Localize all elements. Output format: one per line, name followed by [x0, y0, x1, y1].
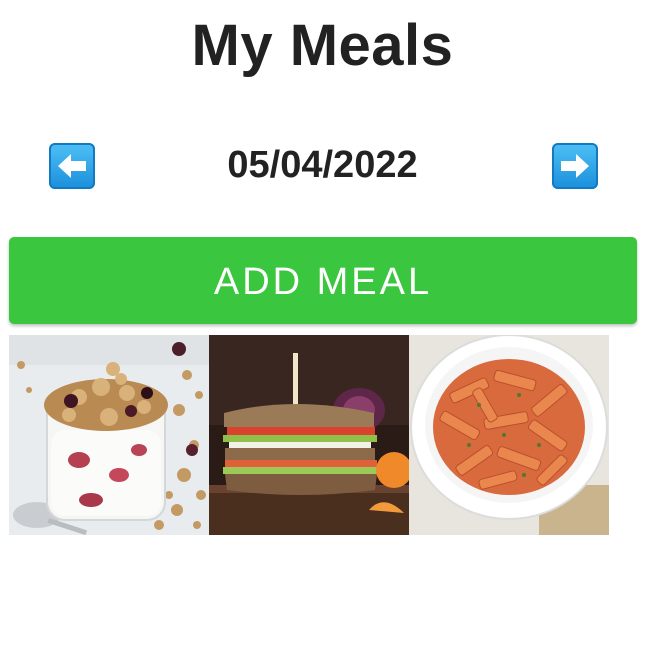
date-navigator: 05/04/2022	[0, 140, 645, 196]
sandwich-image	[209, 335, 409, 535]
page-title: My Meals	[191, 13, 454, 78]
left-arrow-icon	[58, 154, 86, 178]
add-meal-button[interactable]: ADD MEAL	[9, 237, 637, 324]
meal-card-sandwich[interactable]	[209, 335, 409, 535]
meal-card-parfait[interactable]	[9, 335, 209, 535]
meal-card-pasta[interactable]	[409, 335, 609, 535]
pasta-image	[409, 335, 609, 535]
current-date: 05/04/2022	[227, 144, 418, 186]
right-arrow-icon	[561, 154, 589, 178]
next-day-button[interactable]	[552, 143, 598, 189]
parfait-image	[9, 335, 209, 535]
previous-day-button[interactable]	[49, 143, 95, 189]
meal-grid	[9, 335, 609, 535]
